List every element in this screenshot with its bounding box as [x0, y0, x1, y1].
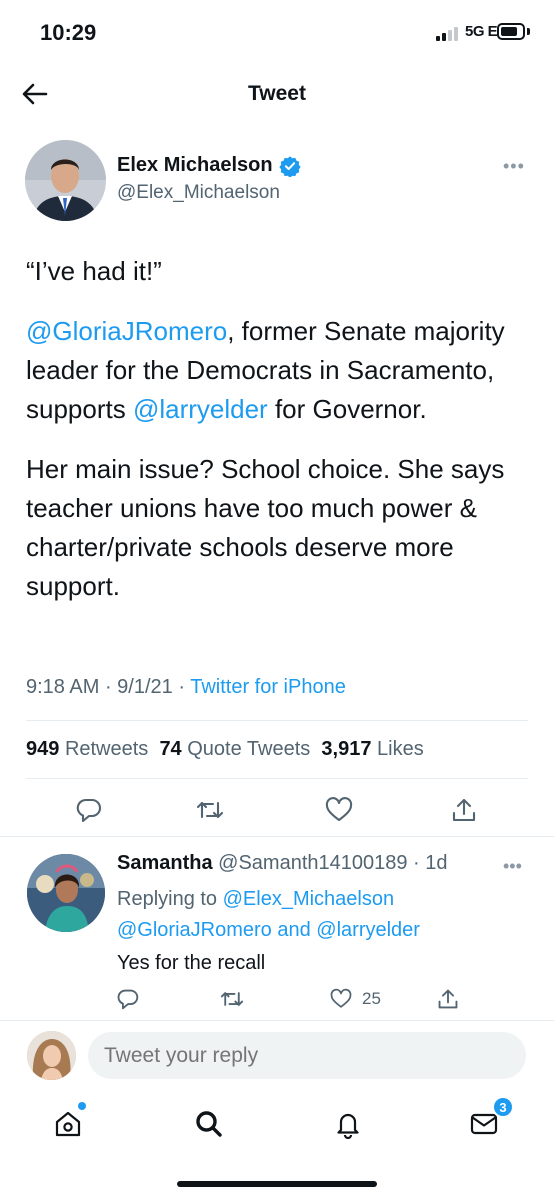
tweet-stats: 949 Retweets 74 Quote Tweets 3,917 Likes [26, 738, 424, 761]
reply-button[interactable] [69, 790, 109, 830]
reply-author-name[interactable]: Samantha [117, 852, 213, 874]
reply-icon [76, 798, 101, 823]
bell-icon [337, 1113, 359, 1139]
like-button[interactable] [319, 790, 359, 830]
reply-avatar[interactable] [27, 854, 105, 932]
divider [26, 720, 528, 721]
reply-retweet-button[interactable] [220, 984, 244, 1014]
current-user-avatar[interactable] [27, 1031, 76, 1080]
reply-reply-button[interactable] [117, 984, 139, 1014]
author-handle[interactable]: @Elex_Michaelson [117, 182, 280, 204]
status-bar: 10:29 5G E [0, 0, 554, 64]
share-icon [438, 989, 458, 1009]
replying-to-mention[interactable]: @larryelder [316, 919, 420, 941]
tweet-quote: “I’ve had it!” [26, 256, 162, 286]
verified-badge-icon [278, 155, 301, 177]
tweet-text: “I’ve had it!” @GloriaJRomero, former Se… [26, 252, 531, 627]
replying-to-mention[interactable]: @Elex_Michaelson [223, 888, 395, 910]
home-indicator [177, 1181, 377, 1187]
divider [0, 836, 554, 837]
reply-icon [117, 989, 139, 1010]
heart-icon [325, 797, 353, 822]
tweet-source-link[interactable]: Twitter for iPhone [190, 676, 346, 698]
quote-tweets-stat[interactable]: 74 Quote Tweets [159, 738, 310, 760]
new-content-dot [78, 1102, 86, 1110]
tweet-text-segment: for Governor. [267, 394, 427, 424]
tweet-time: 9:18 AM [26, 676, 100, 698]
search-icon [196, 1111, 222, 1137]
divider [26, 778, 528, 779]
reply-more-options-icon[interactable]: ••• [503, 856, 522, 877]
tweet-actions [0, 790, 554, 830]
tweet-paragraph: Her main issue? School choice. She says … [26, 454, 505, 601]
reply-composer [0, 1020, 554, 1090]
reply-like-count: 25 [362, 989, 381, 1008]
share-icon [452, 798, 476, 822]
status-time: 10:29 [40, 20, 97, 45]
tab-notifications[interactable] [326, 1102, 370, 1146]
retweet-button[interactable] [190, 790, 230, 830]
messages-badge: 3 [492, 1096, 514, 1118]
reply-input[interactable] [88, 1032, 526, 1079]
nav-header: Tweet [0, 64, 554, 126]
mention-link[interactable]: @GloriaJRomero [26, 316, 227, 346]
reply-author-handle[interactable]: @Samanth14100189 [218, 852, 407, 874]
reply-actions: 25 [0, 984, 554, 1014]
replying-to: Replying to @Elex_Michaelson @GloriaJRom… [117, 884, 517, 946]
reply-tweet[interactable]: Samantha @Samanth14100189 · 1d ••• Reply… [0, 838, 554, 1018]
page-title: Tweet [248, 82, 306, 105]
replying-to-and: and [277, 919, 311, 941]
reply-age-sep: · [407, 852, 426, 874]
signal-strength-icon [436, 27, 462, 41]
share-button[interactable] [444, 790, 484, 830]
tab-messages[interactable]: 3 [462, 1096, 514, 1146]
reply-header: Samantha @Samanth14100189 · 1d [117, 852, 448, 875]
retweets-stat[interactable]: 949 Retweets [26, 738, 148, 760]
reply-age: 1d [425, 852, 448, 874]
author-name-text: Elex Michaelson [117, 154, 273, 176]
network-type: 5G E [465, 23, 498, 40]
heart-icon [330, 988, 352, 1008]
likes-stat[interactable]: 3,917 Likes [321, 738, 423, 760]
tweet-paragraph: @GloriaJRomero, former Senate majority l… [26, 312, 531, 429]
tab-home[interactable] [46, 1102, 90, 1146]
tweet-date: 9/1/21 [117, 676, 173, 698]
tab-search[interactable] [187, 1102, 231, 1146]
more-options-icon[interactable]: ••• [503, 156, 525, 177]
retweet-icon [196, 801, 224, 819]
tab-bar: 3 [0, 1090, 554, 1160]
author-name[interactable]: Elex Michaelson [117, 154, 301, 177]
home-icon [55, 1111, 81, 1137]
tweet-meta: 9:18 AM · 9/1/21 · Twitter for iPhone [26, 676, 346, 698]
author-avatar[interactable] [25, 140, 106, 221]
reply-like-button[interactable]: 25 [330, 984, 381, 1014]
retweet-icon [220, 992, 244, 1006]
battery-tip [527, 28, 530, 35]
battery-icon [497, 23, 525, 40]
reply-text: Yes for the recall [117, 952, 266, 974]
replying-to-mention[interactable]: @GloriaJRomero [117, 919, 272, 941]
reply-share-button[interactable] [437, 984, 459, 1014]
replying-label: Replying to [117, 888, 218, 910]
mention-link[interactable]: @larryelder [133, 394, 268, 424]
